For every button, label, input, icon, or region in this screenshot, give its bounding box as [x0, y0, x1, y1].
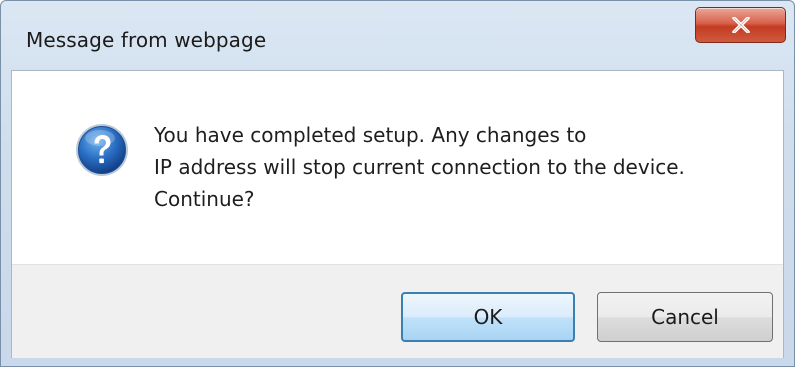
close-x-icon [732, 17, 750, 33]
cancel-button[interactable]: Cancel [597, 292, 773, 342]
dialog-message: You have completed setup. Any changes to… [154, 123, 685, 211]
message-dialog: Message from webpage You have completed … [0, 0, 795, 367]
button-bar: OK Cancel [12, 264, 783, 358]
dialog-body: You have completed setup. Any changes to… [11, 70, 784, 358]
message-area: You have completed setup. Any changes to… [12, 71, 783, 264]
question-icon [76, 124, 128, 176]
close-button[interactable] [695, 7, 786, 43]
dialog-title: Message from webpage [26, 28, 267, 52]
dialog-titlebar[interactable]: Message from webpage [1, 1, 794, 71]
ok-button[interactable]: OK [401, 292, 575, 342]
